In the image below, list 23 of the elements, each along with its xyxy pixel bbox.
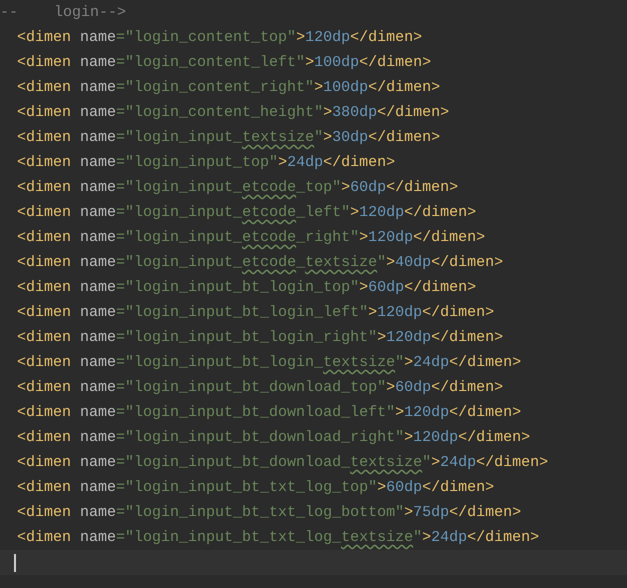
code-line: <dimen name="login_input_etcode_right">120dp</dimen> — [17, 228, 486, 248]
code-line: <dimen name="login_content_top">120dp</dimen> — [17, 28, 422, 48]
code-line: <dimen name="login_input_bt_txt_log_bottom">75dp</dimen> — [17, 503, 522, 523]
code-line: <dimen name="login_input_bt_download_right">120dp</dimen> — [17, 428, 530, 448]
code-comment: -- login--> — [0, 3, 126, 23]
code-line: <dimen name="login_content_height">380dp</dimen> — [17, 103, 450, 123]
code-line: <dimen name="login_input_top">24dp</dimen> — [17, 153, 396, 173]
code-line: <dimen name="login_content_left">100dp</dimen> — [17, 53, 432, 73]
code-line: <dimen name="login_input_bt_txt_log_top">60dp</dimen> — [17, 478, 494, 498]
code-line: <dimen name="login_input_etcode_textsize">40dp</dimen> — [17, 253, 504, 273]
code-line: <dimen name="login_input_bt_txt_log_textsize">24dp</dimen> — [17, 528, 540, 548]
code-line: <dimen name="login_input_bt_login_top">60dp</dimen> — [17, 278, 476, 298]
code-line: <dimen name="login_input_textsize">30dp</dimen> — [17, 128, 440, 148]
code-line: <dimen name="login_content_right">100dp</dimen> — [17, 78, 440, 98]
code-line: <dimen name="login_input_etcode_left">120dp</dimen> — [17, 203, 476, 223]
code-line: <dimen name="login_input_bt_download_textsize">24dp</dimen> — [17, 453, 548, 473]
code-line: <dimen name="login_input_bt_download_left">120dp</dimen> — [17, 403, 522, 423]
code-line: <dimen name="login_input_bt_login_right">120dp</dimen> — [17, 328, 504, 348]
code-line: <dimen name="login_input_bt_login_textsize">24dp</dimen> — [17, 353, 522, 373]
text-cursor — [14, 554, 16, 572]
code-line: <dimen name="login_input_bt_login_left">120dp</dimen> — [17, 303, 494, 323]
code-line: <dimen name="login_input_etcode_top">60dp</dimen> — [17, 178, 458, 198]
code-line: <dimen name="login_input_bt_download_top">60dp</dimen> — [17, 378, 504, 398]
